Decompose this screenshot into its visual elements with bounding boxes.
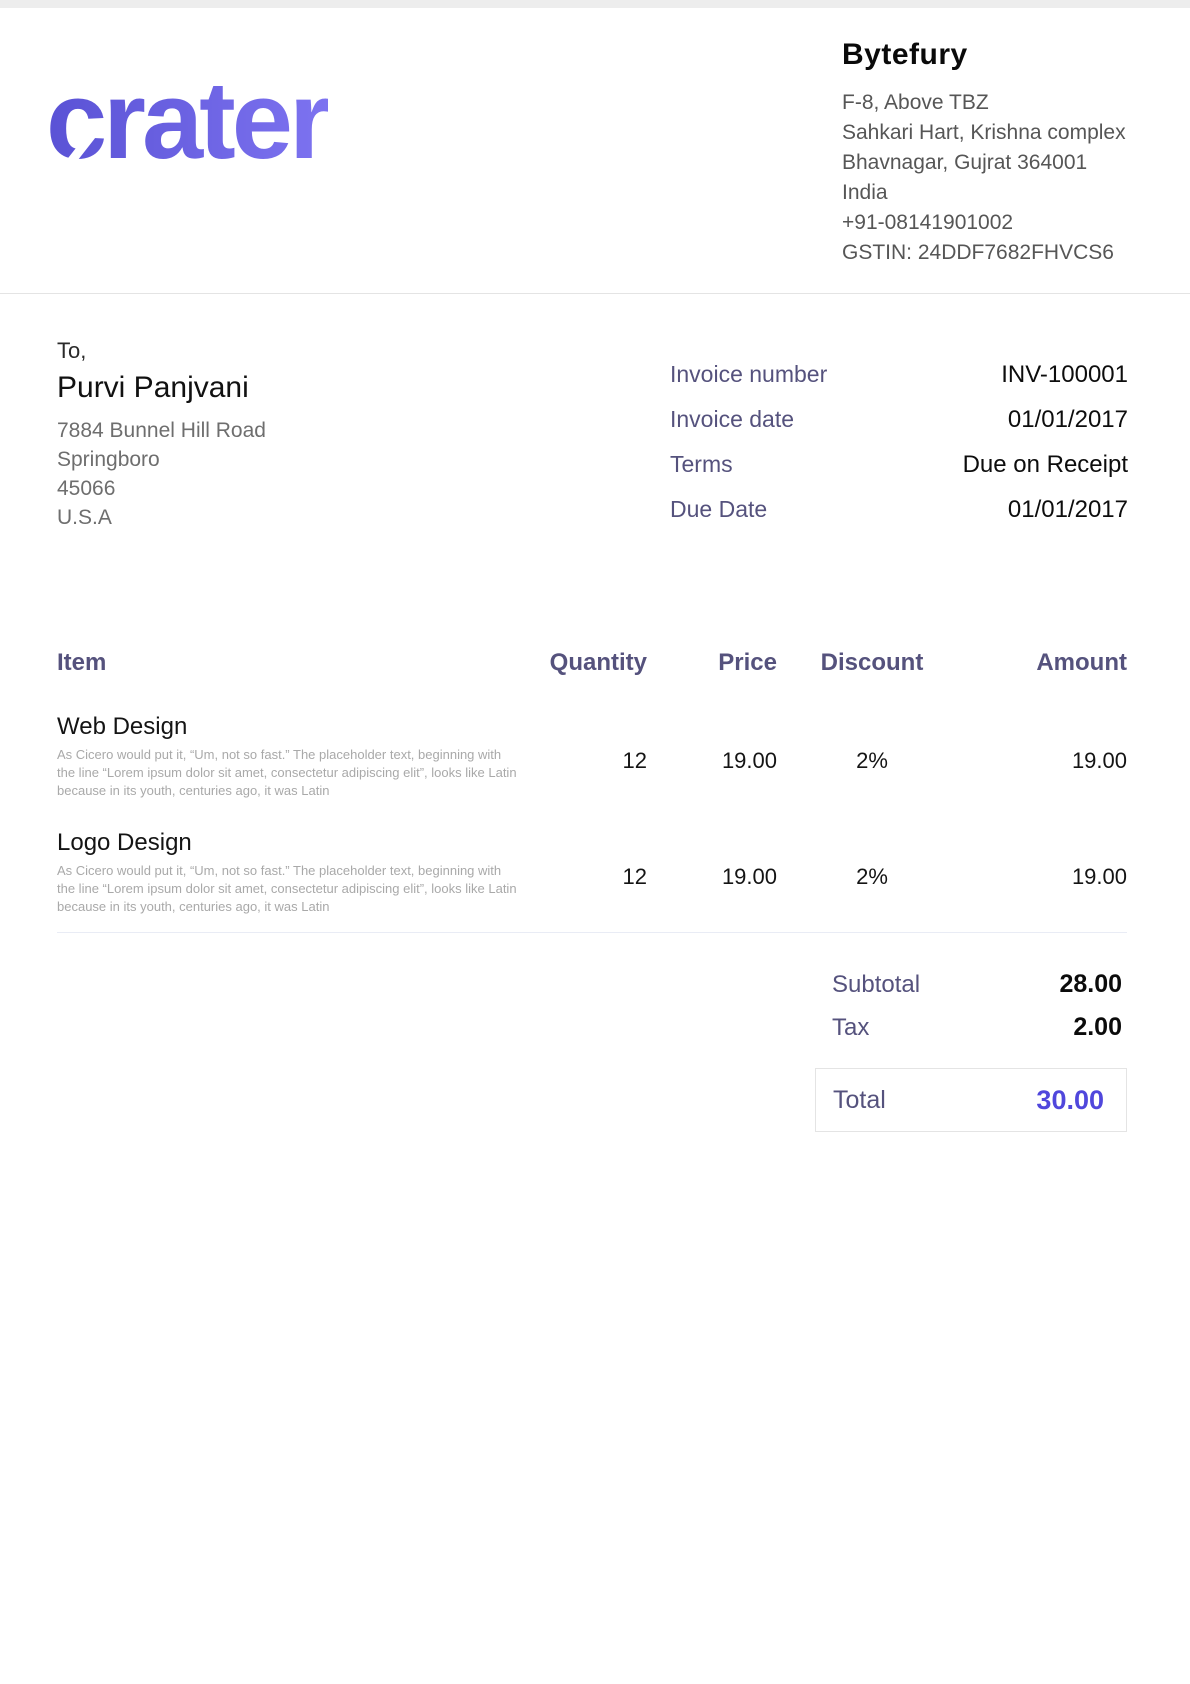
company-address-line: Bhavnagar, Gujrat 364001	[842, 148, 1152, 178]
customer-name: Purvi Panjvani	[57, 368, 266, 408]
item-price: 19.00	[647, 712, 777, 774]
discount-column-header: Discount	[777, 649, 967, 677]
item-amount: 19.00	[967, 828, 1127, 890]
totals-section: Subtotal 28.00 Tax 2.00 Total 30.00	[795, 963, 1127, 1132]
item-description: As Cicero would put it, “Um, not so fast…	[57, 862, 519, 916]
due-date-value: 01/01/2017	[1008, 496, 1128, 524]
logo-slash-icon	[440, 133, 479, 180]
company-address-line: Sahkari Hart, Krishna complex	[842, 118, 1152, 148]
table-row: Logo Design As Cicero would put it, “Um,…	[57, 828, 1127, 916]
bill-to-label: To,	[57, 336, 266, 366]
invoice-number-row: Invoice number INV-100001	[670, 352, 1128, 397]
top-strip	[0, 0, 1190, 8]
item-cell: Logo Design As Cicero would put it, “Um,…	[57, 828, 535, 916]
item-discount: 2%	[777, 712, 967, 774]
due-date-label: Due Date	[670, 496, 767, 523]
company-address-line: India	[842, 178, 1152, 208]
item-discount: 2%	[777, 828, 967, 890]
item-price: 19.00	[647, 828, 777, 890]
terms-label: Terms	[670, 451, 733, 478]
item-quantity: 12	[535, 828, 647, 890]
company-phone: +91-08141901002	[842, 208, 1152, 238]
customer-address-line: U.S.A	[57, 503, 266, 532]
company-block: Bytefury F-8, Above TBZ Sahkari Hart, Kr…	[842, 38, 1152, 268]
total-box: Total 30.00	[815, 1068, 1127, 1132]
invoice-number-value: INV-100001	[1001, 361, 1128, 389]
invoice-date-label: Invoice date	[670, 406, 794, 433]
subtotal-row: Subtotal 28.00	[795, 963, 1127, 1006]
item-description: As Cicero would put it, “Um, not so fast…	[57, 746, 519, 800]
customer-address-line: 45066	[57, 474, 266, 503]
item-quantity: 12	[535, 712, 647, 774]
invoice-meta: Invoice number INV-100001 Invoice date 0…	[670, 352, 1128, 532]
price-column-header: Price	[647, 649, 777, 677]
item-amount: 19.00	[967, 712, 1127, 774]
invoice-header: crater Bytefury F-8, Above TBZ Sahkari H…	[0, 8, 1190, 294]
subtotal-value: 28.00	[1059, 970, 1122, 999]
company-gstin: GSTIN: 24DDF7682FHVCS6	[842, 238, 1152, 268]
due-date-row: Due Date 01/01/2017	[670, 487, 1128, 532]
tax-label: Tax	[832, 1014, 869, 1042]
tax-value: 2.00	[1073, 1013, 1122, 1042]
invoice-document: crater Bytefury F-8, Above TBZ Sahkari H…	[0, 0, 1190, 1684]
terms-row: Terms Due on Receipt	[670, 442, 1128, 487]
items-table: Item Quantity Price Discount Amount Web …	[57, 642, 1127, 933]
bill-to-block: To, Purvi Panjvani 7884 Bunnel Hill Road…	[57, 336, 266, 532]
tax-row: Tax 2.00	[795, 1006, 1127, 1049]
quantity-column-header: Quantity	[535, 649, 647, 677]
crater-logo: crater	[46, 66, 328, 176]
subtotal-label: Subtotal	[832, 971, 920, 999]
item-name: Logo Design	[57, 828, 535, 858]
terms-value: Due on Receipt	[963, 451, 1128, 479]
total-value: 30.00	[1036, 1085, 1104, 1116]
invoice-number-label: Invoice number	[670, 361, 827, 388]
table-divider	[57, 932, 1127, 933]
customer-address-line: 7884 Bunnel Hill Road	[57, 416, 266, 445]
company-address-line: F-8, Above TBZ	[842, 88, 1152, 118]
total-label: Total	[833, 1086, 886, 1115]
item-name: Web Design	[57, 712, 535, 742]
invoice-date-value: 01/01/2017	[1008, 406, 1128, 434]
item-cell: Web Design As Cicero would put it, “Um, …	[57, 712, 535, 800]
items-table-header: Item Quantity Price Discount Amount	[57, 642, 1127, 684]
invoice-date-row: Invoice date 01/01/2017	[670, 397, 1128, 442]
item-column-header: Item	[57, 649, 535, 677]
customer-address-line: Springboro	[57, 445, 266, 474]
table-row: Web Design As Cicero would put it, “Um, …	[57, 712, 1127, 800]
amount-column-header: Amount	[967, 649, 1127, 677]
company-name: Bytefury	[842, 38, 1152, 72]
